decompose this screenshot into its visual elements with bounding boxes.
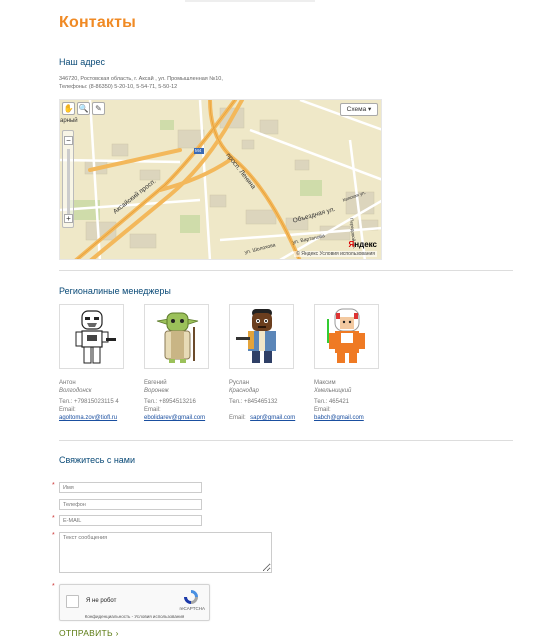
zoom-out-button[interactable]: − (64, 136, 73, 145)
address-line: 346720, Ростовская область, г. Аксай , у… (59, 76, 223, 82)
stormtrooper-icon (59, 304, 124, 369)
name-input[interactable] (59, 482, 202, 493)
page-title: Контакты (59, 14, 137, 31)
recaptcha-icon (183, 589, 199, 605)
contact-title: Свяжитесь с нами (59, 455, 136, 465)
required-mark: * (52, 482, 55, 489)
manager-city: Воронеж (144, 388, 169, 394)
recaptcha-label: Я не робот (86, 598, 117, 604)
address-title: Наш адрес (59, 57, 105, 67)
manager-phone: Тел.: 465421 (314, 399, 349, 405)
managers-title: Регионалиные менеджеры (59, 286, 171, 296)
map-copyright-link[interactable]: © Яндекс Условия использования (294, 251, 377, 257)
manager-email-label: Email: (144, 407, 161, 413)
yoda-icon (144, 304, 209, 369)
yandex-logo-rest: ндекс (354, 240, 377, 249)
yandex-map[interactable]: Аксайский просп. просп. Ленина Объездная… (59, 99, 382, 260)
manager-name: Антон (59, 380, 76, 386)
manager-card: Руслан Краснодар Тел.: +845465132 Email:… (229, 304, 309, 424)
map-canvas[interactable] (60, 100, 382, 260)
map-ruler-icon[interactable]: ✎ (92, 102, 105, 115)
manager-card: Антон Волгодонск Тел.: +79815023115 4 Em… (59, 304, 139, 422)
manager-card: Евгений Воронеж Тел.: +8954513216 Email:… (144, 304, 224, 422)
manager-email-link[interactable]: babch@gmail.com (314, 414, 394, 422)
map-magnifier-icon[interactable]: 🔍 (77, 102, 90, 115)
yandex-logo[interactable]: Яндекс (349, 240, 377, 249)
pilot-icon (314, 304, 379, 369)
recaptcha-checkbox[interactable] (66, 595, 79, 608)
recaptcha-brand: reCAPTCHA (179, 606, 205, 611)
manager-city: Волгодонск (59, 388, 92, 394)
manager-name: Евгений (144, 380, 167, 386)
map-type-dropdown[interactable]: Схема ▾ (340, 103, 378, 116)
manager-email-link[interactable]: sapr@gmail.com (250, 415, 295, 421)
email-input[interactable] (59, 515, 202, 526)
manager-phone: Тел.: +79815023115 4 (59, 399, 119, 405)
manager-name: Руслан (229, 380, 250, 386)
recaptcha-widget: Я не робот reCAPTCHA Конфиденциальность … (59, 584, 210, 621)
submit-button[interactable]: ОТПРАВИТЬ › (59, 628, 119, 638)
required-mark: * (52, 583, 55, 590)
phone-input[interactable] (59, 499, 202, 510)
manager-email-label: Email: (314, 407, 331, 413)
required-mark: * (52, 532, 55, 539)
manager-city: Хмельницкий (314, 388, 352, 394)
manager-phone: Тел.: +8954513216 (144, 399, 196, 405)
message-textarea[interactable] (59, 532, 272, 573)
map-toolbar: ✋ 🔍 ✎ (62, 102, 105, 115)
manager-email-label: Email: (59, 407, 76, 413)
manager-email-link[interactable]: agoltoma.zov@tiofl.ru (59, 414, 139, 422)
map-zoom-control[interactable]: − + (62, 130, 74, 228)
map-left-label: арный (60, 118, 78, 124)
lando-icon (229, 304, 294, 369)
manager-email-link[interactable]: ebolidarev@gmail.com (144, 414, 224, 422)
required-mark: * (52, 515, 55, 522)
map-hand-icon[interactable]: ✋ (62, 102, 75, 115)
manager-phone: Тел.: +845465132 (229, 399, 278, 405)
manager-name: Максим (314, 380, 336, 386)
top-rule (185, 0, 315, 2)
divider (59, 270, 513, 271)
zoom-in-button[interactable]: + (64, 214, 73, 223)
phones-line: Телефоны: (8-86350) 5-20-10, 5-54-71, 5-… (59, 84, 178, 90)
manager-card: Максим Хмельницкий Тел.: 465421 Email: b… (314, 304, 394, 422)
recaptcha-links[interactable]: Конфиденциальность - Условия использован… (60, 614, 209, 619)
divider (59, 440, 513, 441)
zoom-slider[interactable] (67, 149, 70, 217)
manager-email-label: Email: (229, 415, 246, 421)
map-highway-badge: M4 (195, 148, 202, 153)
manager-city: Краснодар (229, 388, 259, 394)
